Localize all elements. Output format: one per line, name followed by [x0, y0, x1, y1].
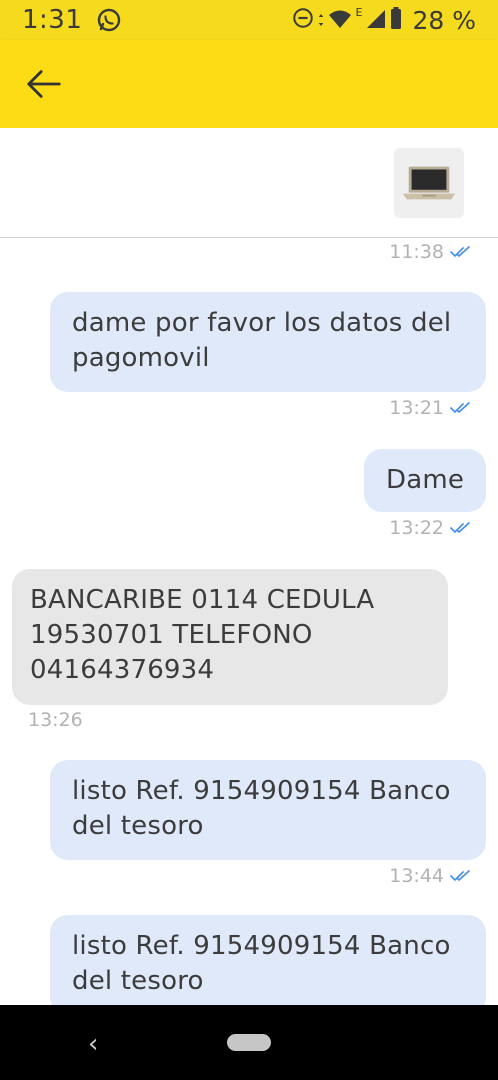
message-time: 13:22 [389, 517, 444, 539]
double-check-icon [450, 517, 470, 539]
back-button[interactable] [24, 64, 64, 104]
double-check-icon [450, 865, 470, 887]
product-context-bar [0, 128, 498, 238]
message-bubble-outgoing[interactable]: listo Ref. 9154909154 Banco del tesoro [50, 915, 486, 1005]
nav-back-button[interactable]: ‹ [88, 1029, 98, 1059]
message-time: 13:44 [389, 865, 444, 887]
network-type-label: E [355, 5, 363, 19]
battery-icon [390, 6, 402, 35]
message-bubble-outgoing[interactable]: dame por favor los datos del pagomovil [50, 292, 486, 392]
double-check-icon [450, 397, 470, 419]
message-list[interactable]: 11:38 dame por favor los datos del pagom… [0, 239, 498, 1005]
status-time: 1:31 [22, 5, 83, 35]
message-bubble-outgoing[interactable]: listo Ref. 9154909154 Banco del tesoro [50, 760, 486, 860]
status-bar: 1:31 E 28 % [0, 0, 498, 40]
battery-percent: 28 % [412, 5, 476, 35]
message-bubble-incoming[interactable]: BANCARIBE 0114 CEDULA 19530701 TELEFONO … [12, 569, 448, 705]
do-not-disturb-icon [292, 6, 314, 35]
data-transfer-icon [318, 6, 324, 35]
nav-home-pill[interactable] [227, 1034, 271, 1051]
message-time: 11:38 [389, 241, 444, 263]
message-meta: 13:26 [28, 709, 83, 731]
status-icons: E 28 % [292, 6, 476, 35]
message-meta: 11:38 [389, 241, 470, 263]
app-bar [0, 40, 498, 128]
signal-icon [366, 6, 386, 35]
message-time: 13:26 [28, 709, 83, 731]
message-text: BANCARIBE 0114 CEDULA 19530701 TELEFONO … [30, 585, 375, 685]
message-text: Dame [386, 465, 465, 495]
message-meta: 13:44 [389, 865, 470, 887]
message-bubble-outgoing[interactable]: Dame [364, 449, 486, 512]
message-text: listo Ref. 9154909154 Banco del tesoro [72, 776, 451, 841]
wifi-icon [328, 6, 352, 35]
message-text: listo Ref. 9154909154 Banco del tesoro [72, 931, 451, 996]
message-text: dame por favor los datos del pagomovil [72, 308, 452, 373]
double-check-icon [450, 241, 470, 263]
arrow-left-icon [27, 70, 61, 98]
laptop-image [402, 166, 456, 200]
product-thumbnail[interactable] [394, 148, 464, 218]
message-meta: 13:22 [389, 517, 470, 539]
system-navigation-bar: ‹ [0, 1005, 498, 1080]
message-meta: 13:21 [389, 397, 470, 419]
message-time: 13:21 [389, 397, 444, 419]
whatsapp-icon [96, 7, 122, 33]
